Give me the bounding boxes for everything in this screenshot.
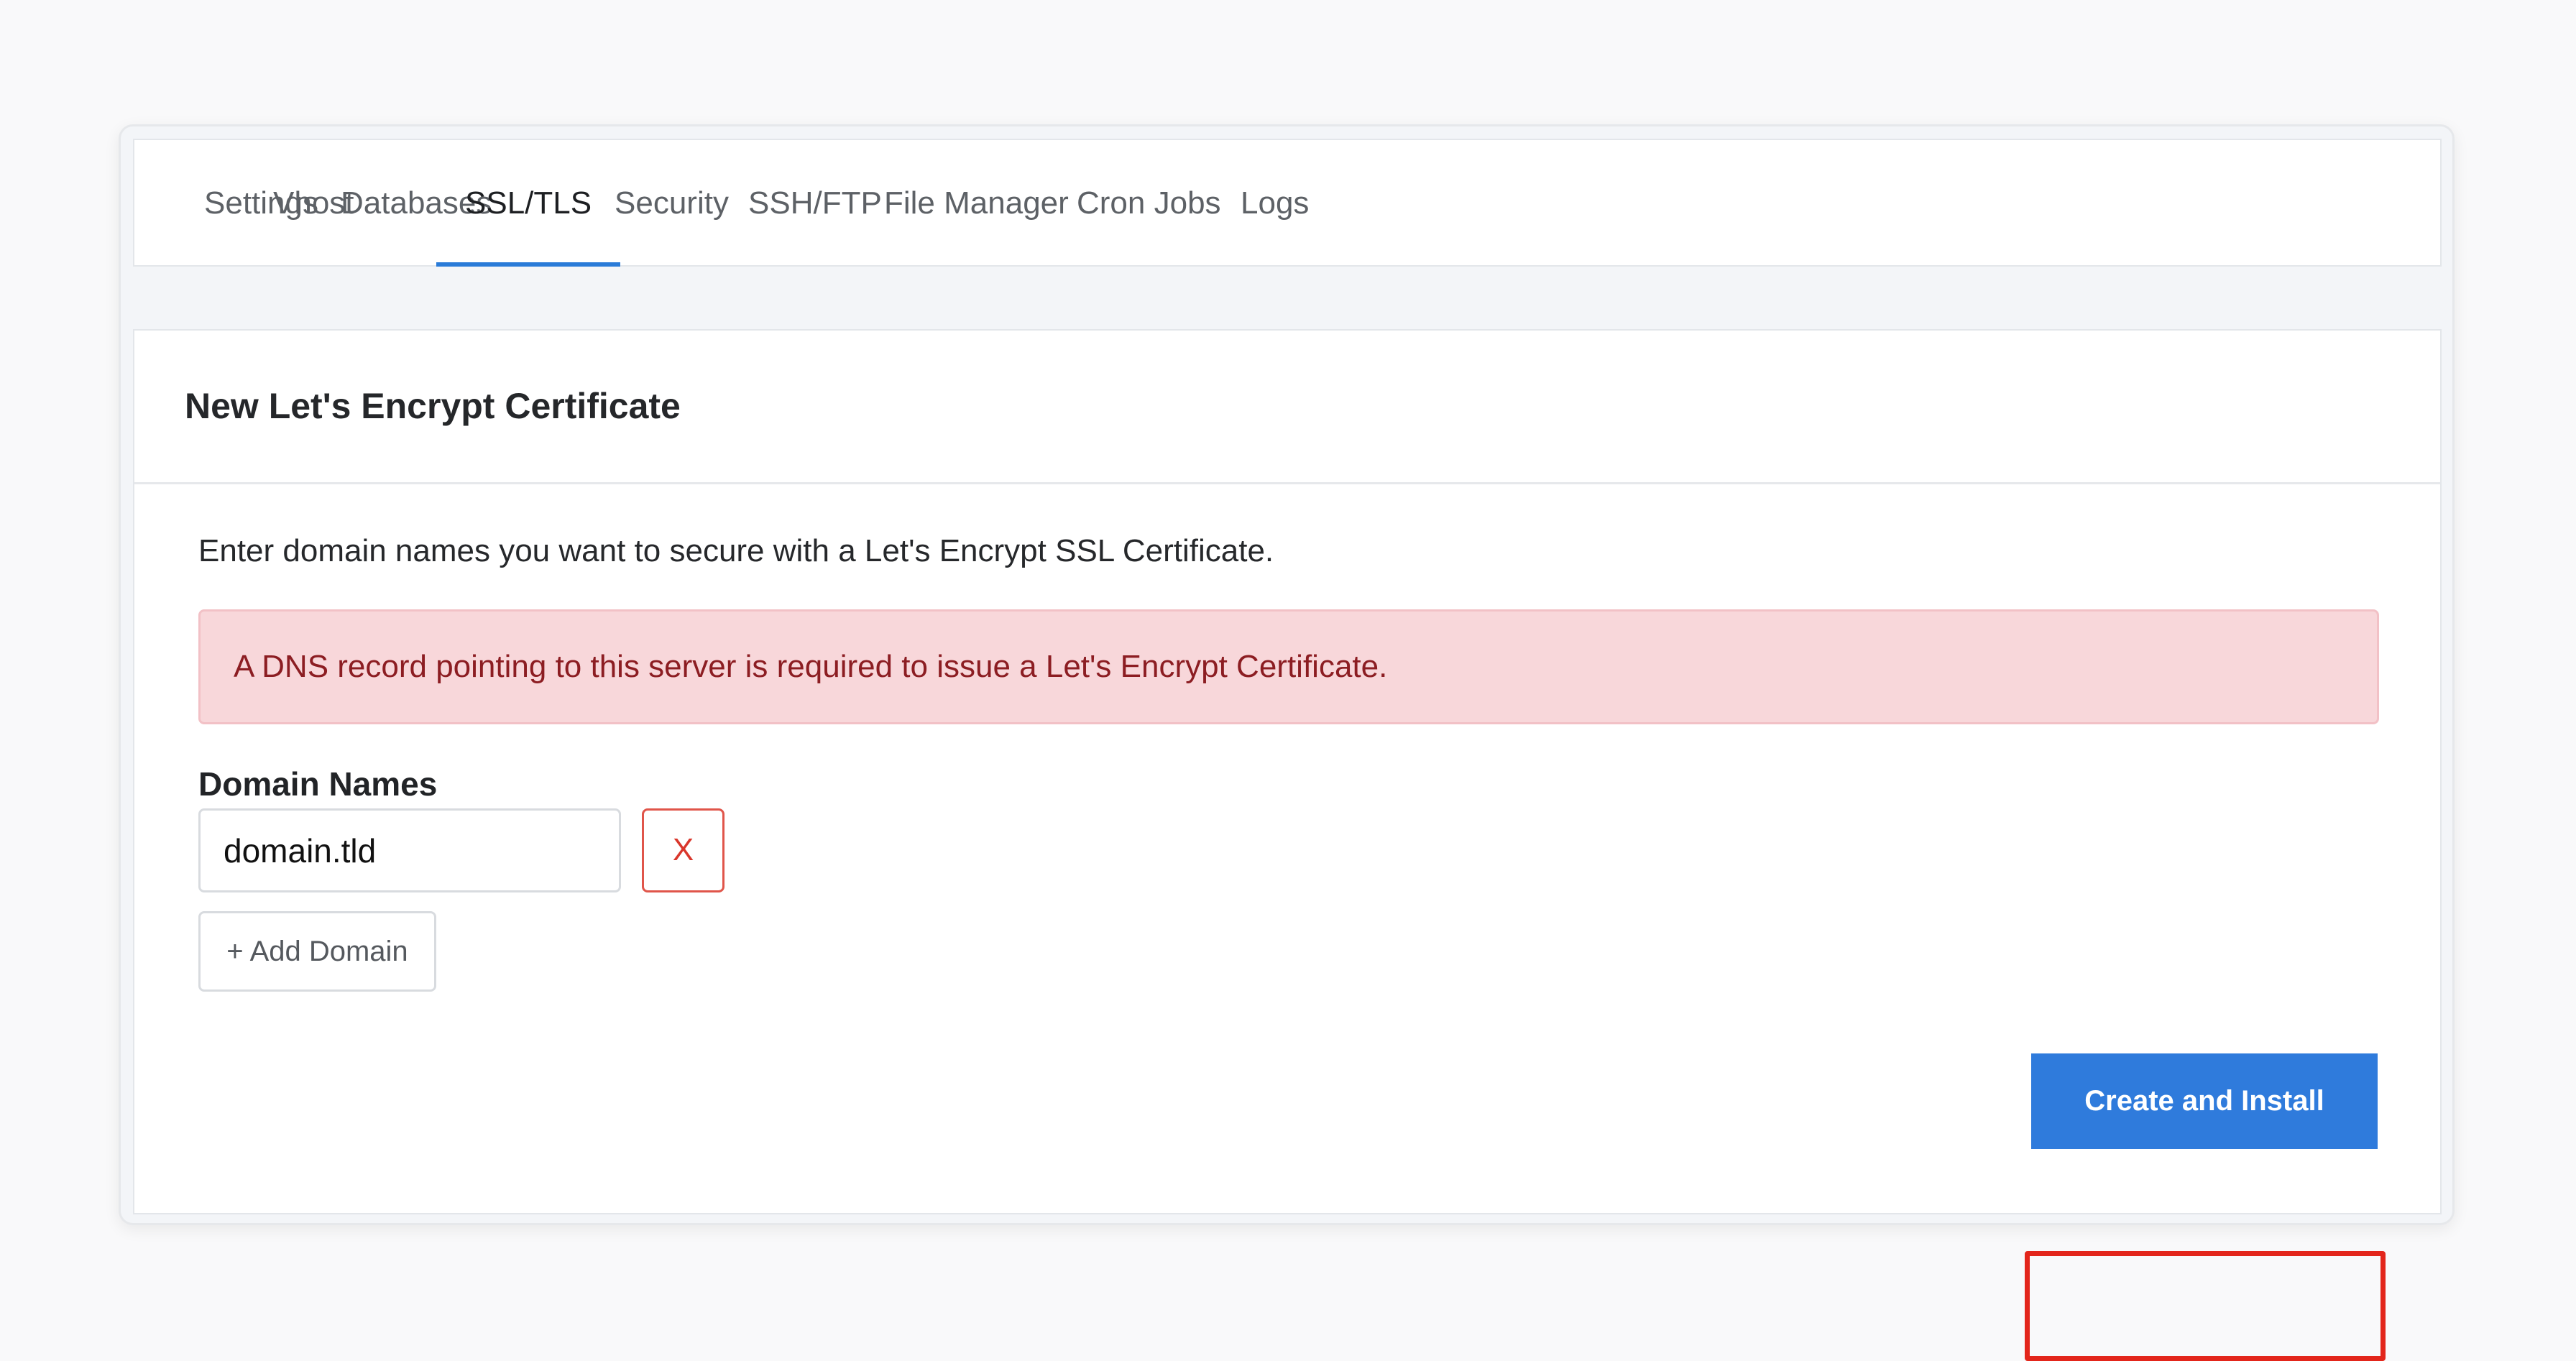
app-panel: Settings Vhost Databases SSL/TLS Securit… bbox=[119, 124, 2455, 1361]
domain-input[interactable] bbox=[198, 808, 621, 892]
create-and-install-button[interactable]: Create and Install bbox=[2031, 1053, 2378, 1149]
highlight-box bbox=[2025, 1251, 2386, 1361]
tab-bar: Settings Vhost Databases SSL/TLS Securit… bbox=[133, 139, 2442, 267]
add-domain-button[interactable]: + Add Domain bbox=[198, 911, 436, 992]
intro-text: Enter domain names you want to secure wi… bbox=[198, 533, 1274, 568]
remove-domain-button[interactable]: X bbox=[642, 808, 724, 892]
dns-alert: A DNS record pointing to this server is … bbox=[198, 609, 2379, 724]
tab-logs[interactable]: Logs bbox=[1212, 140, 1338, 267]
dns-alert-text: A DNS record pointing to this server is … bbox=[234, 649, 1388, 684]
card-header: New Let's Encrypt Certificate bbox=[134, 331, 2440, 484]
domain-names-label: Domain Names bbox=[198, 765, 438, 803]
card-title: New Let's Encrypt Certificate bbox=[185, 386, 681, 426]
